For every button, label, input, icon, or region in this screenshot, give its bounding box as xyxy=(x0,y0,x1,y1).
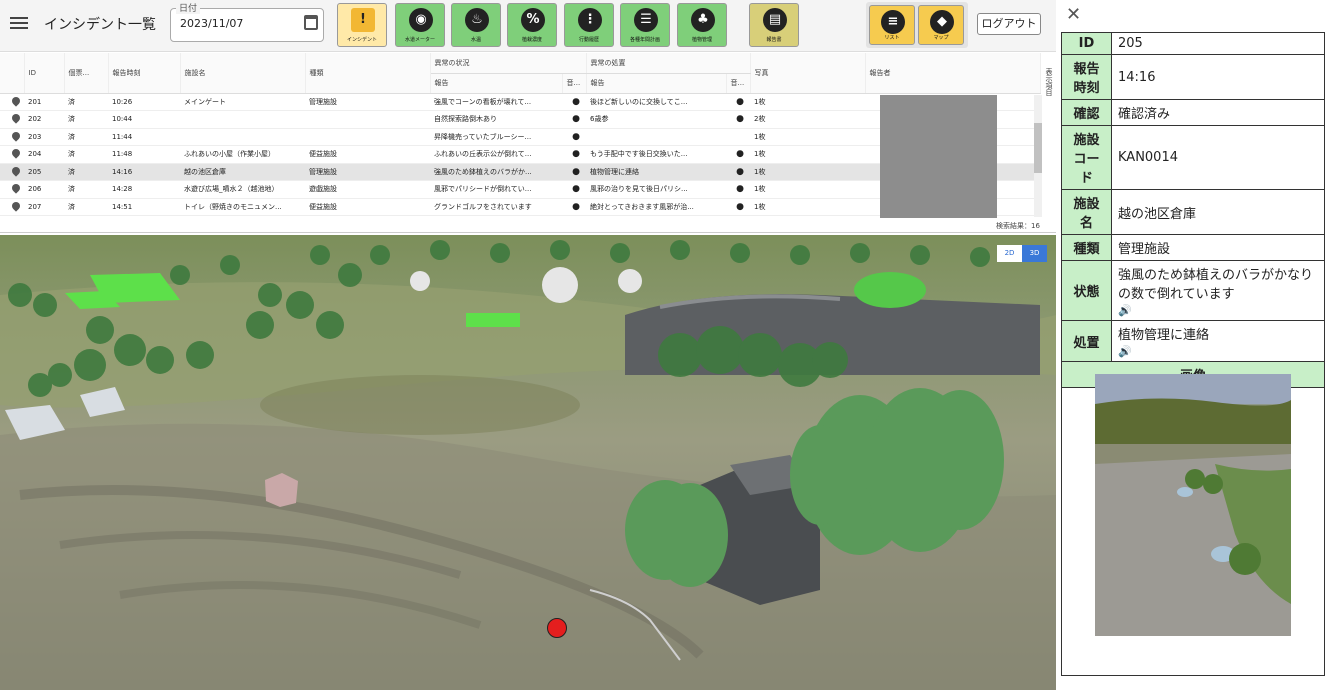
detail-confirm-value: 確認済み xyxy=(1111,99,1325,126)
col-header[interactable]: 写真 xyxy=(750,53,866,94)
detail-action-value: 植物管理に連絡 xyxy=(1118,328,1210,343)
location-pin-icon[interactable] xyxy=(10,112,22,124)
planting-density-button[interactable]: % 植栽濃度 xyxy=(507,3,557,47)
detail-row-action: 処置 植物管理に連絡 🔊 xyxy=(1061,320,1325,362)
compass-icon: ◆ xyxy=(930,10,954,34)
detail-facility-name-value: 越の池区倉庫 xyxy=(1111,189,1325,235)
detail-status-value: 強風のため鉢植えのバラがかなりの数で倒れています xyxy=(1118,268,1314,302)
2d-button[interactable]: 2D xyxy=(997,245,1022,262)
annual-plan-button[interactable]: ☰ 各種年間計画 xyxy=(620,3,670,47)
close-icon[interactable]: ✕ xyxy=(1066,4,1081,25)
voice-play-icon[interactable]: 🔊 xyxy=(1118,304,1318,317)
voice-dot[interactable]: ● xyxy=(726,145,750,164)
activity-history-button[interactable]: ⋮ 行動履歴 xyxy=(564,3,614,47)
percent-icon: % xyxy=(521,8,545,32)
location-pin-icon[interactable] xyxy=(10,130,22,142)
detail-row-id: ID 205 xyxy=(1061,32,1325,55)
result-count: 検索結果：16 xyxy=(996,222,1040,230)
3d-button[interactable]: 3D xyxy=(1022,245,1047,262)
meter-icon: ◉ xyxy=(409,8,433,32)
col-group-header: 異常の処置 xyxy=(586,53,751,74)
location-pin-icon[interactable] xyxy=(10,200,22,212)
voice-dot[interactable]: ● xyxy=(562,128,586,146)
col-group-header: 異常の状況 xyxy=(430,53,587,74)
detail-row-confirm: 確認 確認済み xyxy=(1061,99,1325,126)
col-header[interactable]: 種類 xyxy=(305,53,431,94)
voice-dot[interactable]: ● xyxy=(726,198,750,216)
calendar-icon[interactable] xyxy=(304,15,318,30)
detail-row-time: 報告時刻 14:16 xyxy=(1061,54,1325,100)
date-label: 日付 xyxy=(176,1,201,14)
voice-dot[interactable]: ● xyxy=(562,93,586,111)
location-pin-icon[interactable] xyxy=(10,95,22,107)
map-button[interactable]: ◆ マップ xyxy=(918,5,964,45)
voice-dot[interactable]: ● xyxy=(726,163,750,181)
voice-dot[interactable]: ● xyxy=(562,163,586,181)
incident-table-panel: ID 個票... 報告時刻 施設名 種類 異常の状況 異常の処置 写真 報告者 … xyxy=(0,53,1056,233)
detail-row-facility-name: 施設名 越の池区倉庫 xyxy=(1061,189,1325,235)
voice-dot[interactable]: ● xyxy=(562,180,586,199)
col-header[interactable]: ID xyxy=(24,53,65,94)
list-icon: ≡ xyxy=(881,10,905,34)
detail-row-type: 種類 管理施設 xyxy=(1061,234,1325,261)
voice-dot[interactable]: ● xyxy=(562,198,586,216)
voice-dot[interactable] xyxy=(726,128,750,146)
col-header[interactable]: 報告者 xyxy=(865,53,1041,94)
incident-photo[interactable] xyxy=(1095,374,1291,636)
voice-play-icon[interactable]: 🔊 xyxy=(1118,345,1318,358)
col-header[interactable]: 施設名 xyxy=(180,53,306,94)
clipboard-icon: ▤ xyxy=(763,8,787,32)
footprints-icon: ⋮ xyxy=(578,8,602,32)
hamburger-menu-icon[interactable] xyxy=(10,14,28,32)
col-header[interactable]: 報告時刻 xyxy=(108,53,181,94)
voice-dot[interactable]: ● xyxy=(726,180,750,199)
reporter-photo-placeholder xyxy=(880,95,997,218)
col-header[interactable]: 音... xyxy=(562,73,587,94)
column-toggle[interactable]: 表示項目 xyxy=(1044,68,1054,128)
thermometer-icon: ♨ xyxy=(465,8,489,32)
voice-dot[interactable]: ● xyxy=(726,93,750,111)
top-bar: インシデント一覧 日付 2023/11/07 ! インシデント ◉ 水道メーター… xyxy=(0,0,1056,52)
location-pin-icon[interactable] xyxy=(10,147,22,159)
list-button[interactable]: ≡ リスト xyxy=(869,5,915,45)
view-mode-toggle: 2D 3D xyxy=(997,245,1047,262)
detail-id-value: 205 xyxy=(1111,32,1325,55)
location-pin-icon[interactable] xyxy=(10,165,22,177)
col-header[interactable]: 個票... xyxy=(64,53,109,94)
col-header[interactable]: 報告 xyxy=(586,73,727,94)
detail-row-status: 状態 強風のため鉢植えのバラがかなりの数で倒れています 🔊 xyxy=(1061,260,1325,321)
voice-dot[interactable]: ● xyxy=(562,110,586,129)
location-pin-icon[interactable] xyxy=(10,182,22,194)
tree-icon: ♣ xyxy=(691,8,715,32)
col-header[interactable]: 報告 xyxy=(430,73,563,94)
water-meter-button[interactable]: ◉ 水道メーター xyxy=(395,3,445,47)
water-temp-button[interactable]: ♨ 水温 xyxy=(451,3,501,47)
voice-dot[interactable]: ● xyxy=(562,145,586,164)
table-icon: ☰ xyxy=(634,8,658,32)
map-marker[interactable] xyxy=(547,618,567,638)
logout-button[interactable]: ログアウト xyxy=(977,13,1041,35)
warning-icon: ! xyxy=(351,8,375,32)
detail-type-value: 管理施設 xyxy=(1111,234,1325,261)
incident-button[interactable]: ! インシデント xyxy=(337,3,387,47)
detail-time-value: 14:16 xyxy=(1111,54,1325,100)
plant-management-button[interactable]: ♣ 植物管理 xyxy=(677,3,727,47)
date-value[interactable]: 2023/11/07 xyxy=(180,17,243,30)
voice-dot[interactable]: ● xyxy=(726,110,750,129)
table-scrollbar-thumb[interactable] xyxy=(1034,123,1042,173)
detail-facility-code-value: KAN0014 xyxy=(1111,125,1325,190)
incident-photo-scene xyxy=(1095,374,1291,636)
col-header[interactable]: 音... xyxy=(726,73,751,94)
page-title: インシデント一覧 xyxy=(44,17,156,33)
map-scene xyxy=(0,240,1056,690)
report-button[interactable]: ▤ 報告書 xyxy=(749,3,799,47)
3d-map-view[interactable]: 2D 3D xyxy=(0,235,1056,690)
detail-row-facility-code: 施設コード KAN0014 xyxy=(1061,125,1325,190)
